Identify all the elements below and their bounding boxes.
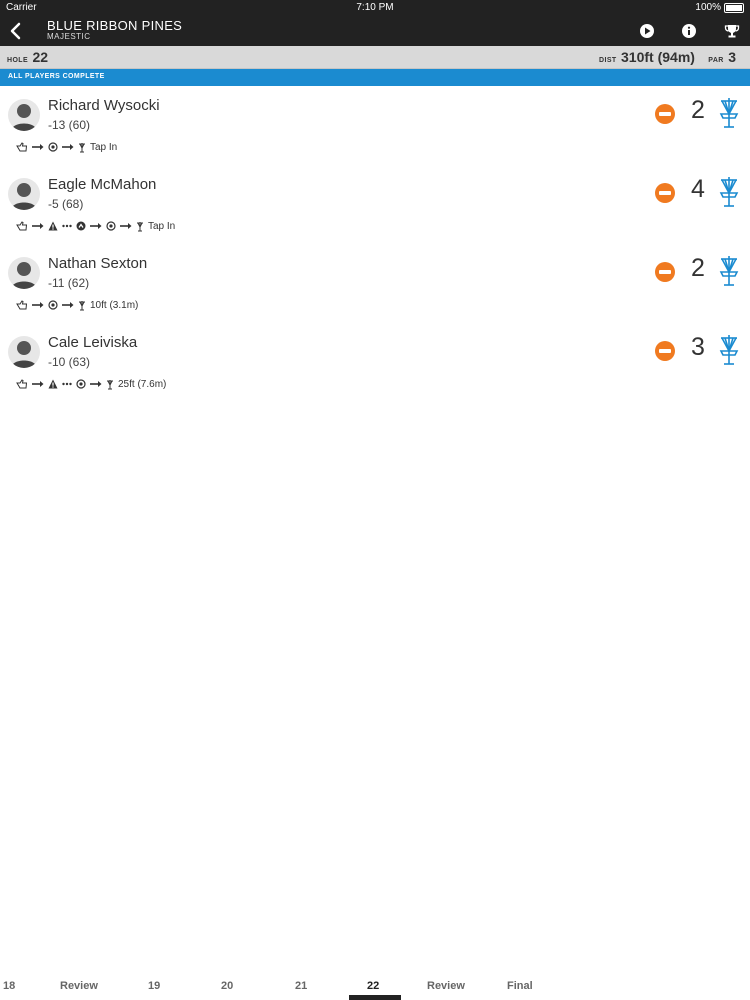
player-total: -11 (62) <box>48 276 90 290</box>
person-icon <box>11 341 37 368</box>
active-tab-indicator <box>349 995 401 1000</box>
player-avatar <box>8 178 40 210</box>
hole-stats: DIST 310ft (94m) PAR 3 <box>599 49 736 67</box>
shot-result: 10ft (3.1m) <box>90 299 139 311</box>
bogey-badge-icon <box>655 262 675 282</box>
par-value: 3 <box>728 49 736 65</box>
par-label: PAR <box>708 57 724 64</box>
arrow-right-icon <box>62 144 74 150</box>
shot-sequence: Tap In <box>16 219 175 233</box>
back-chevron-icon[interactable] <box>6 20 26 42</box>
distance-value: 310ft (94m) <box>621 49 695 65</box>
layout-subtitle: MAJESTIC <box>47 32 91 41</box>
warning-triangle-icon <box>48 221 58 231</box>
player-name: Nathan Sexton <box>48 255 148 272</box>
drive-thumb-icon <box>16 221 28 231</box>
hole-indicator: HOLE 22 <box>7 49 48 67</box>
player-row[interactable]: Richard Wysocki -13 (60) Tap In 2 <box>0 91 750 170</box>
person-icon <box>11 183 37 210</box>
basket-small-icon <box>107 379 113 389</box>
hole-score[interactable]: 2 <box>686 254 710 283</box>
drive-thumb-icon <box>16 142 28 152</box>
distance-label: DIST <box>599 57 617 64</box>
tab-hole-22[interactable]: 22 <box>367 980 379 992</box>
bogey-badge-icon <box>655 104 675 124</box>
basket-small-icon <box>79 300 85 310</box>
arrow-right-icon <box>90 223 102 229</box>
tab-hole-21[interactable]: 21 <box>295 980 307 992</box>
scramble-icon <box>76 221 86 231</box>
arrow-right-icon <box>62 302 74 308</box>
arrow-right-icon <box>32 223 44 229</box>
target-icon <box>48 300 58 310</box>
battery-percent: 100% <box>695 2 721 13</box>
player-total: -5 (68) <box>48 197 84 211</box>
player-row[interactable]: Eagle McMahon -5 (68) Tap In 4 <box>0 170 750 249</box>
arrow-right-icon <box>32 302 44 308</box>
play-icon[interactable] <box>639 23 655 39</box>
player-row[interactable]: Nathan Sexton -11 (62) 10ft (3.1m) 2 <box>0 249 750 328</box>
shot-result: Tap In <box>90 141 118 153</box>
disc-basket-icon[interactable] <box>718 334 740 366</box>
player-avatar <box>8 99 40 131</box>
player-name: Eagle McMahon <box>48 176 157 193</box>
warning-triangle-icon <box>48 379 58 389</box>
drive-thumb-icon <box>16 300 28 310</box>
app-header: BLUE RIBBON PINES MAJESTIC <box>0 16 750 46</box>
target-icon <box>48 142 58 152</box>
shot-sequence: 25ft (7.6m) <box>16 377 166 391</box>
hole-score[interactable]: 4 <box>686 175 710 204</box>
target-icon <box>106 221 116 231</box>
hole-label: HOLE <box>7 57 29 64</box>
player-total: -13 (60) <box>48 118 91 132</box>
tab-hole-20[interactable]: 20 <box>221 980 233 992</box>
ellipsis-icon <box>62 224 72 228</box>
tab-review[interactable]: Review <box>60 980 98 992</box>
hole-number: 22 <box>32 49 49 65</box>
basket-small-icon <box>137 221 143 231</box>
player-avatar <box>8 257 40 289</box>
shot-sequence: Tap In <box>16 140 117 154</box>
disc-basket-icon[interactable] <box>718 176 740 208</box>
disc-basket-icon[interactable] <box>718 97 740 129</box>
target-icon <box>76 379 86 389</box>
person-icon <box>11 104 37 131</box>
tab-hole-19[interactable]: 19 <box>148 980 160 992</box>
shot-result: 25ft (7.6m) <box>118 378 167 390</box>
tab-hole-18[interactable]: 18 <box>3 980 15 992</box>
tab-final[interactable]: Final <box>507 980 533 992</box>
player-name: Richard Wysocki <box>48 97 160 114</box>
arrow-right-icon <box>32 381 44 387</box>
player-name: Cale Leiviska <box>48 334 138 351</box>
disc-basket-icon[interactable] <box>718 255 740 287</box>
arrow-right-icon <box>90 381 102 387</box>
status-banner: ALL PLAYERS COMPLETE <box>0 69 750 86</box>
info-icon[interactable] <box>681 23 697 39</box>
hole-score[interactable]: 3 <box>686 333 710 362</box>
player-row[interactable]: Cale Leiviska -10 (63) 25ft (7.6m) 3 <box>0 328 750 407</box>
hole-tab-bar: 18 Review 19 20 21 22 Review Final <box>0 977 750 1000</box>
player-total: -10 (63) <box>48 355 91 369</box>
bogey-badge-icon <box>655 341 675 361</box>
arrow-right-icon <box>32 144 44 150</box>
hole-score[interactable]: 2 <box>686 96 710 125</box>
hole-info-bar: HOLE 22 DIST 310ft (94m) PAR 3 <box>0 46 750 69</box>
clock: 7:10 PM <box>356 2 394 13</box>
battery-icon <box>724 2 744 13</box>
ellipsis-icon <box>62 382 72 386</box>
player-avatar <box>8 336 40 368</box>
shot-result: Tap In <box>148 220 176 232</box>
status-bar: Carrier 7:10 PM 100% <box>0 0 750 16</box>
bogey-badge-icon <box>655 183 675 203</box>
shot-sequence: 10ft (3.1m) <box>16 298 138 312</box>
trophy-icon[interactable] <box>724 23 740 39</box>
battery-indicator: 100% <box>695 2 744 13</box>
course-title: BLUE RIBBON PINES <box>47 18 183 33</box>
basket-small-icon <box>79 142 85 152</box>
tab-review[interactable]: Review <box>427 980 465 992</box>
drive-thumb-icon <box>16 379 28 389</box>
arrow-right-icon <box>120 223 132 229</box>
person-icon <box>11 262 37 289</box>
banner-text: ALL PLAYERS COMPLETE <box>8 73 105 80</box>
